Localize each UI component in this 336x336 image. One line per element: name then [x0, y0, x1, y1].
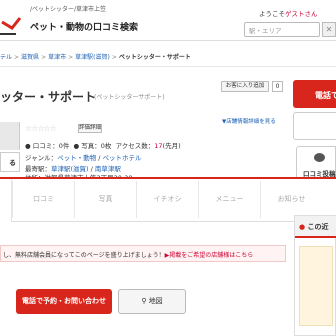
header-divider — [0, 40, 336, 41]
side-action-button[interactable] — [293, 112, 336, 140]
pin-icon: ● — [299, 223, 306, 231]
site-name[interactable]: ペット・動物の口コミ検索 — [30, 20, 138, 33]
reserve-contact-button[interactable]: 電話で予約・お問い合わせ — [16, 289, 112, 314]
tab-news[interactable]: お知らせ — [260, 181, 322, 218]
shop-details-link[interactable]: ▼店舗情報詳細を見る — [222, 117, 276, 125]
breadcrumb-item[interactable]: 草津駅(滋賀) — [75, 54, 110, 61]
nearby-content[interactable] — [299, 246, 333, 326]
tab-photos[interactable]: 写真 — [74, 181, 136, 218]
logo-icon[interactable] — [0, 14, 22, 36]
breadcrumb-item[interactable]: 滋賀県 — [21, 54, 39, 61]
breadcrumb: テル > 滋賀県 > 草津市 > 草津駅(滋賀) > ペットシッター・サポート — [0, 54, 191, 61]
shop-stats: ● 口コミ：0件 ● 写真：0枚 アクセス数：17(先月) — [25, 142, 181, 150]
camera-icon: ● — [73, 142, 80, 150]
breadcrumb-item[interactable]: テル — [0, 54, 12, 61]
search-input[interactable]: 駅・エリア — [244, 22, 320, 37]
tab-menu[interactable]: メニュー — [198, 181, 260, 218]
listing-request-link[interactable]: ▶掲載をご希望の店舗様はこちら — [165, 252, 254, 259]
map-button[interactable]: ⚲ 地図 — [118, 289, 186, 314]
welcome-text: ようこそゲストさん — [259, 10, 318, 18]
phone-button[interactable]: 電話で — [293, 80, 336, 108]
shop-genre: ジャンル：ペット・動物 / ペットホテル — [25, 154, 142, 162]
review-count[interactable]: 口コミ：0件 — [33, 142, 70, 150]
tab-reviews[interactable]: 口コミ — [12, 181, 74, 218]
guest-link[interactable]: ゲストさん — [285, 10, 318, 18]
rating-stars: ☆☆☆☆☆ — [25, 124, 57, 133]
add-favorite-button[interactable]: お客に入り追加 — [221, 81, 269, 92]
map-pin-icon: ⚲ — [141, 297, 147, 305]
member-notice: し、無料店舗会員になってこのページを盛り上げましょう！▶掲載をご希望の店舗様はこ… — [0, 245, 286, 262]
speech-bubble-icon: ● — [25, 142, 31, 150]
shop-photo[interactable] — [0, 122, 20, 150]
favorite-count: 0 — [272, 81, 283, 92]
shop-reading: (ペットシッターサポート) — [94, 94, 165, 101]
nearby-panel: ● この近 — [294, 215, 336, 336]
speech-bubble-icon — [314, 153, 325, 162]
breadcrumb-item[interactable]: 草津市 — [48, 54, 66, 61]
shop-title: ッター・サポート — [0, 90, 97, 104]
breadcrumb-current: ペットシッター・サポート — [118, 54, 191, 61]
breadcrumb-divider — [0, 66, 336, 67]
genre-link[interactable]: ペット・動物 — [57, 154, 96, 162]
genre-link[interactable]: ペットホテル — [103, 154, 142, 162]
tab-recommend[interactable]: イチオシ — [136, 181, 198, 218]
access-count: 17 — [154, 142, 163, 150]
photo-more-button[interactable]: る — [0, 152, 20, 172]
search-clear-icon[interactable]: ✕ — [322, 22, 336, 37]
rating-detail-button[interactable]: 評価詳細 — [78, 124, 102, 133]
tab-top[interactable] — [0, 179, 12, 222]
top-breadcrumb: /ペットシッター/草津市上笠 — [30, 6, 107, 13]
photo-count[interactable]: 写真：0枚 — [81, 142, 111, 150]
nearby-title: ● この近 — [295, 216, 336, 238]
review-post-button[interactable]: 口コミ投稿 — [296, 146, 336, 180]
